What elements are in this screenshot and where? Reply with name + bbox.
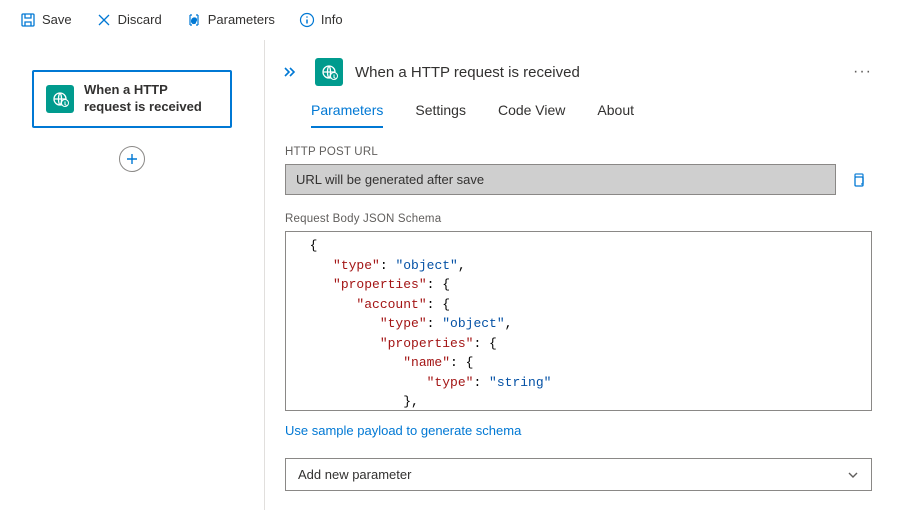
collapse-pane-button[interactable] bbox=[279, 65, 299, 79]
url-field-label: HTTP POST URL bbox=[285, 146, 872, 158]
add-new-parameter-dropdown[interactable]: Add new parameter bbox=[285, 458, 872, 491]
parameters-panel: HTTP POST URL URL will be generated afte… bbox=[279, 146, 878, 510]
trigger-card[interactable]: When a HTTP request is received bbox=[32, 70, 232, 128]
main-content: When a HTTP request is received When a H… bbox=[0, 40, 900, 510]
tab-settings[interactable]: Settings bbox=[415, 102, 466, 128]
parameters-label: Parameters bbox=[208, 12, 275, 27]
use-sample-payload-link[interactable]: Use sample payload to generate schema bbox=[285, 423, 521, 438]
discard-label: Discard bbox=[118, 12, 162, 27]
json-schema-textarea[interactable]: { "type": "object", "properties": { "acc… bbox=[285, 231, 872, 411]
editor-header: When a HTTP request is received ··· bbox=[279, 58, 878, 86]
save-button[interactable]: Save bbox=[10, 6, 82, 34]
info-button[interactable]: Info bbox=[289, 6, 353, 34]
parameters-icon: @ bbox=[186, 12, 202, 28]
add-step-button[interactable] bbox=[119, 146, 145, 172]
parameters-button[interactable]: @ Parameters bbox=[176, 6, 285, 34]
schema-field-label: Request Body JSON Schema bbox=[285, 213, 872, 225]
svg-text:@: @ bbox=[191, 18, 197, 24]
save-label: Save bbox=[42, 12, 72, 27]
more-menu-button[interactable]: ··· bbox=[847, 59, 878, 85]
top-toolbar: Save Discard @ Parameters Info bbox=[0, 0, 900, 40]
trigger-editor-pane: When a HTTP request is received ··· Para… bbox=[265, 40, 900, 510]
discard-icon bbox=[96, 12, 112, 28]
trigger-card-title: When a HTTP request is received bbox=[84, 82, 218, 116]
discard-button[interactable]: Discard bbox=[86, 6, 172, 34]
editor-tabs: Parameters Settings Code View About bbox=[279, 102, 878, 128]
info-label: Info bbox=[321, 12, 343, 27]
tab-parameters[interactable]: Parameters bbox=[311, 102, 383, 128]
copy-url-button[interactable] bbox=[844, 164, 872, 195]
editor-title: When a HTTP request is received bbox=[355, 64, 835, 81]
http-post-url-field[interactable]: URL will be generated after save bbox=[285, 164, 836, 195]
save-icon bbox=[20, 12, 36, 28]
designer-canvas: When a HTTP request is received bbox=[0, 40, 265, 510]
http-request-icon bbox=[315, 58, 343, 86]
tab-codeview[interactable]: Code View bbox=[498, 102, 565, 128]
http-request-icon bbox=[46, 85, 74, 113]
add-new-parameter-label: Add new parameter bbox=[298, 467, 411, 482]
chevron-down-icon bbox=[847, 469, 859, 481]
tab-about[interactable]: About bbox=[597, 102, 634, 128]
info-icon bbox=[299, 12, 315, 28]
